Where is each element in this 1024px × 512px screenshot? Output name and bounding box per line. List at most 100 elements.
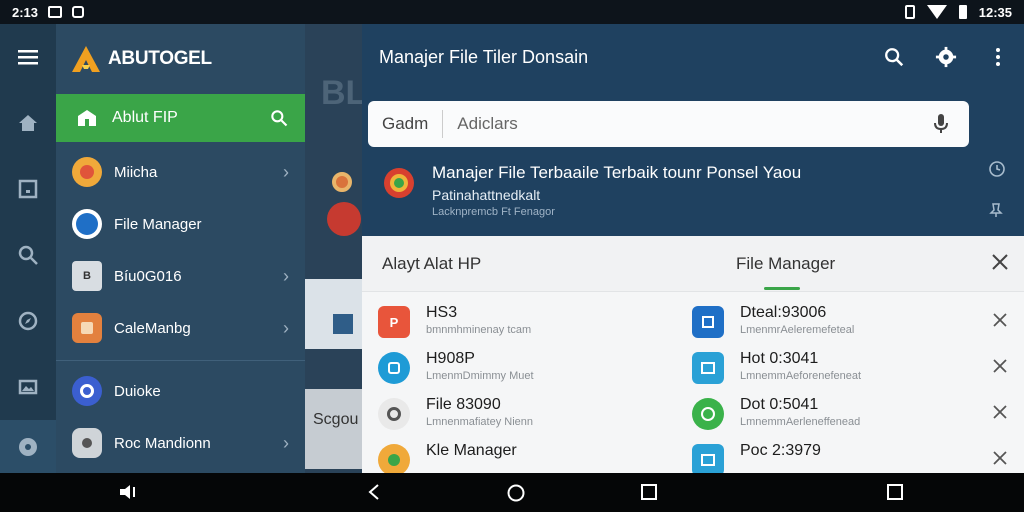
search-bar[interactable]: Gadm Adiclars — [368, 101, 969, 147]
app-icon — [692, 306, 724, 338]
search-scope[interactable]: Gadm — [368, 110, 444, 138]
list-item-title: Dteal:93006 — [740, 304, 827, 321]
search-icon — [18, 245, 38, 265]
result-subtitle: Patinahattnedkalt — [432, 187, 541, 203]
drawer-item-2[interactable]: B Bíu0G016 › — [56, 250, 305, 302]
home-icon[interactable] — [506, 483, 526, 503]
rail-item-home[interactable] — [0, 98, 56, 148]
chevron-right-icon: › — [283, 161, 289, 182]
drawer-item-1[interactable]: File Manager — [56, 198, 305, 250]
file-manager-app-icon — [72, 209, 102, 239]
disc-icon — [19, 437, 37, 456]
accessibility-icon[interactable] — [118, 483, 138, 501]
search-input[interactable]: Adiclars — [443, 114, 913, 134]
close-icon[interactable] — [990, 252, 1010, 272]
list-item-subtitle: Lmnenmafiatey Nienn — [426, 416, 534, 428]
compass-icon — [18, 311, 38, 331]
list-item[interactable]: File 83090 Lmnenmafiatey Nienn — [362, 390, 662, 436]
more-options-button[interactable] — [972, 47, 1024, 67]
more-vertical-icon — [996, 48, 1000, 66]
drawer-item-3[interactable]: CaleManbg › — [56, 302, 305, 354]
circle-app-icon — [72, 376, 102, 406]
list-item-title: HS3 — [426, 304, 458, 321]
brand-name: ABUTOGEL — [108, 48, 212, 69]
list-item[interactable]: Hot 0:3041 LmnemmAeforenefeneat — [676, 344, 976, 390]
menu-button[interactable] — [0, 32, 56, 82]
drawer-item-label: Roc Mandionn — [114, 434, 211, 452]
browser-app-icon — [384, 168, 414, 198]
background-dot — [332, 172, 352, 192]
close-icon[interactable] — [992, 358, 1008, 374]
background-content: BL Scgou — [305, 24, 365, 473]
list-item-subtitle: LmnemmAeforenefeneat — [740, 370, 862, 382]
back-icon[interactable] — [366, 483, 382, 501]
drawer-header: ABUTOGEL — [56, 24, 305, 94]
result-meta: Lacknpremcb Ft Fenagor — [432, 206, 555, 218]
active-tab-indicator — [764, 287, 800, 290]
list-item-title: Kle Manager — [426, 442, 517, 459]
status-time-right: 12:35 — [978, 4, 1012, 20]
background-card-text: Scgou — [305, 389, 365, 469]
search-button[interactable] — [868, 46, 920, 68]
search-icon — [885, 48, 904, 67]
app-icon — [378, 444, 410, 476]
square-icon — [18, 179, 38, 199]
rail-item-files[interactable] — [0, 164, 56, 214]
navigation-rail — [0, 24, 56, 473]
app-title: Manajer File Tiler Donsain — [379, 46, 589, 67]
list-item-title: H908P — [426, 350, 475, 367]
clock-icon[interactable] — [988, 160, 1006, 178]
result-title: Manajer File Terbaaile Terbaik tounr Pon… — [432, 163, 802, 182]
rail-item-gallery[interactable] — [0, 362, 56, 412]
status-bar: 2:13 12:35 — [0, 0, 1024, 24]
pin-icon[interactable] — [988, 202, 1004, 218]
close-icon[interactable] — [992, 312, 1008, 328]
bottom-sheet: Alayt Alat HP File Manager P HS3 bmnmhmi… — [362, 236, 1024, 476]
system-navigation-bar — [0, 473, 1024, 512]
overview-icon[interactable] — [886, 483, 904, 501]
search-result[interactable]: Manajer File Terbaaile Terbaik tounr Pon… — [382, 158, 1012, 228]
tab-file-manager[interactable]: File Manager — [736, 254, 835, 274]
recents-icon[interactable] — [640, 483, 658, 501]
drawer-item-label: Miicha — [114, 163, 158, 181]
app-icon — [378, 398, 410, 430]
drawer-item-4[interactable]: Duioke — [56, 365, 305, 417]
background-heading: BL — [321, 74, 365, 112]
rail-item-explore[interactable] — [0, 296, 56, 346]
rail-item-disc[interactable] — [0, 420, 56, 473]
calendar-app-icon — [72, 313, 102, 343]
list-item-subtitle: LmnemmAerleneffenead — [740, 416, 861, 428]
chevron-right-icon: › — [283, 317, 289, 338]
tab-tools[interactable]: Alayt Alat HP — [382, 254, 481, 274]
list-item-title: Poc 2:3979 — [740, 442, 821, 459]
list-item[interactable]: P HS3 bmnmhminenay tcam — [362, 298, 662, 344]
gear-icon — [935, 46, 957, 68]
search-icon[interactable] — [269, 108, 289, 128]
list-item-title: Hot 0:3041 — [740, 350, 819, 367]
list-item[interactable]: H908P LmenmDmimmy Muet — [362, 344, 662, 390]
close-icon[interactable] — [992, 450, 1008, 466]
list-item[interactable]: Dteal:93006 LmenmrAeleremefeteal — [676, 298, 976, 344]
battery-icon — [958, 5, 967, 19]
drawer-item-label: Bíu0G016 — [114, 267, 182, 285]
app-notification-icon — [72, 6, 85, 18]
storage-app-icon: B — [72, 261, 102, 291]
rail-item-search[interactable] — [0, 230, 56, 280]
app-icon — [692, 352, 724, 384]
list-item[interactable]: Dot 0:5041 LmnemmAerleneffenead — [676, 390, 976, 436]
drawer-item-0[interactable]: Miicha › — [56, 146, 305, 198]
close-icon[interactable] — [992, 404, 1008, 420]
chevron-right-icon: › — [283, 432, 289, 453]
settings-button[interactable] — [920, 46, 972, 68]
sim-icon — [904, 5, 915, 19]
list-item-subtitle: LmenmDmimmy Muet — [426, 370, 534, 382]
sheet-tab-bar: Alayt Alat HP File Manager — [362, 236, 1024, 292]
home-box-icon — [78, 110, 96, 126]
brand-logo-icon — [72, 46, 100, 72]
drawer-item-active[interactable]: Ablut FIP — [56, 94, 305, 142]
drawer-item-5[interactable]: Roc Mandionn › — [56, 417, 305, 469]
app-bar: Manajer File Tiler Donsain — [362, 24, 1024, 90]
image-notification-icon — [48, 6, 63, 18]
drawer-item-label: File Manager — [114, 215, 202, 233]
voice-search-button[interactable] — [913, 113, 969, 135]
